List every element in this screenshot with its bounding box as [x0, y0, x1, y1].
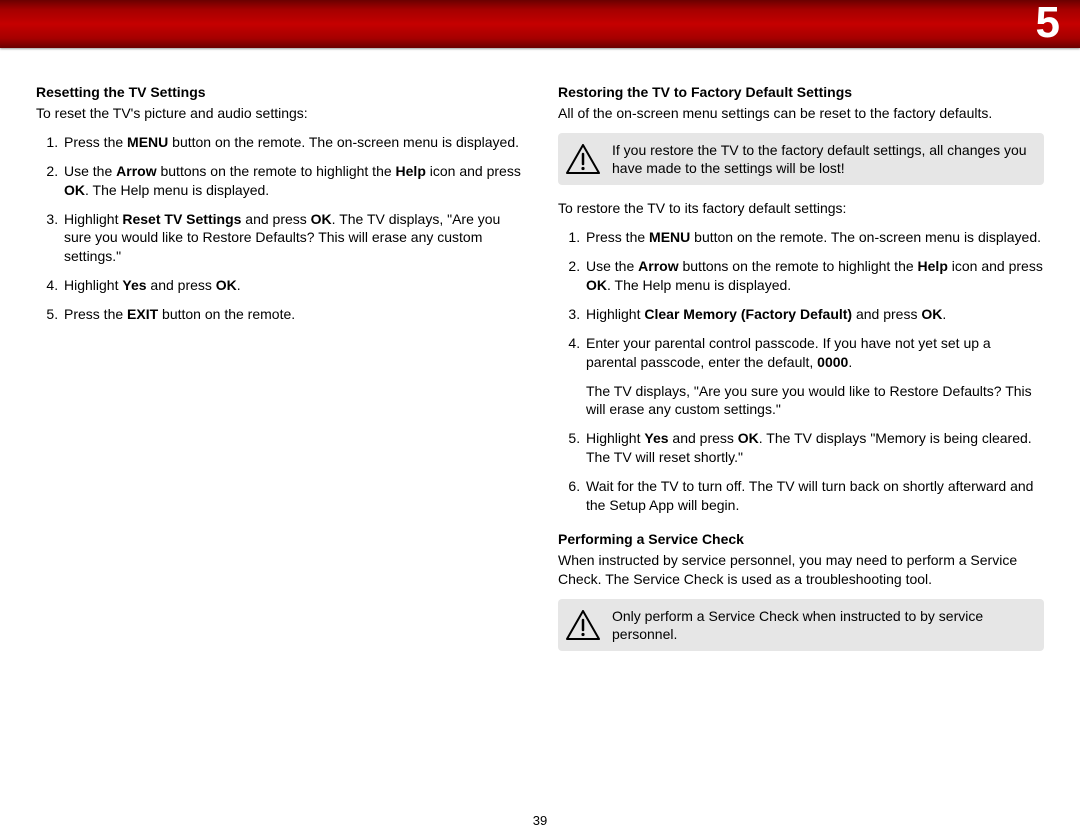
- warning-text: If you restore the TV to the factory def…: [612, 141, 1032, 177]
- restore-intro: All of the on-screen menu settings can b…: [558, 104, 1044, 123]
- service-intro: When instructed by service personnel, yo…: [558, 551, 1044, 589]
- section-title-service: Performing a Service Check: [558, 531, 1044, 547]
- restore-steps: Press the MENU button on the remote. The…: [558, 228, 1044, 515]
- list-item: Highlight Reset TV Settings and press OK…: [62, 210, 522, 267]
- warning-icon: [566, 610, 600, 640]
- list-item: Press the MENU button on the remote. The…: [62, 133, 522, 152]
- warning-box: If you restore the TV to the factory def…: [558, 133, 1044, 185]
- list-item: Highlight Clear Memory (Factory Default)…: [584, 305, 1044, 324]
- list-item: Press the MENU button on the remote. The…: [584, 228, 1044, 247]
- restore-intro2: To restore the TV to its factory default…: [558, 199, 1044, 218]
- reset-intro: To reset the TV's picture and audio sett…: [36, 104, 522, 123]
- list-item: Use the Arrow buttons on the remote to h…: [584, 257, 1044, 295]
- page-number: 39: [0, 813, 1080, 828]
- page-content: Resetting the TV Settings To reset the T…: [0, 48, 1080, 665]
- warning-text: Only perform a Service Check when instru…: [612, 607, 1032, 643]
- list-item: Press the EXIT button on the remote.: [62, 305, 522, 324]
- warning-box: Only perform a Service Check when instru…: [558, 599, 1044, 651]
- section-title-reset: Resetting the TV Settings: [36, 84, 522, 100]
- list-item: Highlight Yes and press OK. The TV displ…: [584, 429, 1044, 467]
- chapter-number: 5: [1036, 0, 1060, 48]
- reset-steps: Press the MENU button on the remote. The…: [36, 133, 522, 324]
- warning-icon: [566, 144, 600, 174]
- chapter-header: 5: [0, 0, 1080, 48]
- right-column: Restoring the TV to Factory Default Sett…: [558, 84, 1044, 665]
- list-item: Wait for the TV to turn off. The TV will…: [584, 477, 1044, 515]
- section-title-restore: Restoring the TV to Factory Default Sett…: [558, 84, 1044, 100]
- list-item: Use the Arrow buttons on the remote to h…: [62, 162, 522, 200]
- list-item: Enter your parental control passcode. If…: [584, 334, 1044, 420]
- list-item: Highlight Yes and press OK.: [62, 276, 522, 295]
- left-column: Resetting the TV Settings To reset the T…: [36, 84, 522, 665]
